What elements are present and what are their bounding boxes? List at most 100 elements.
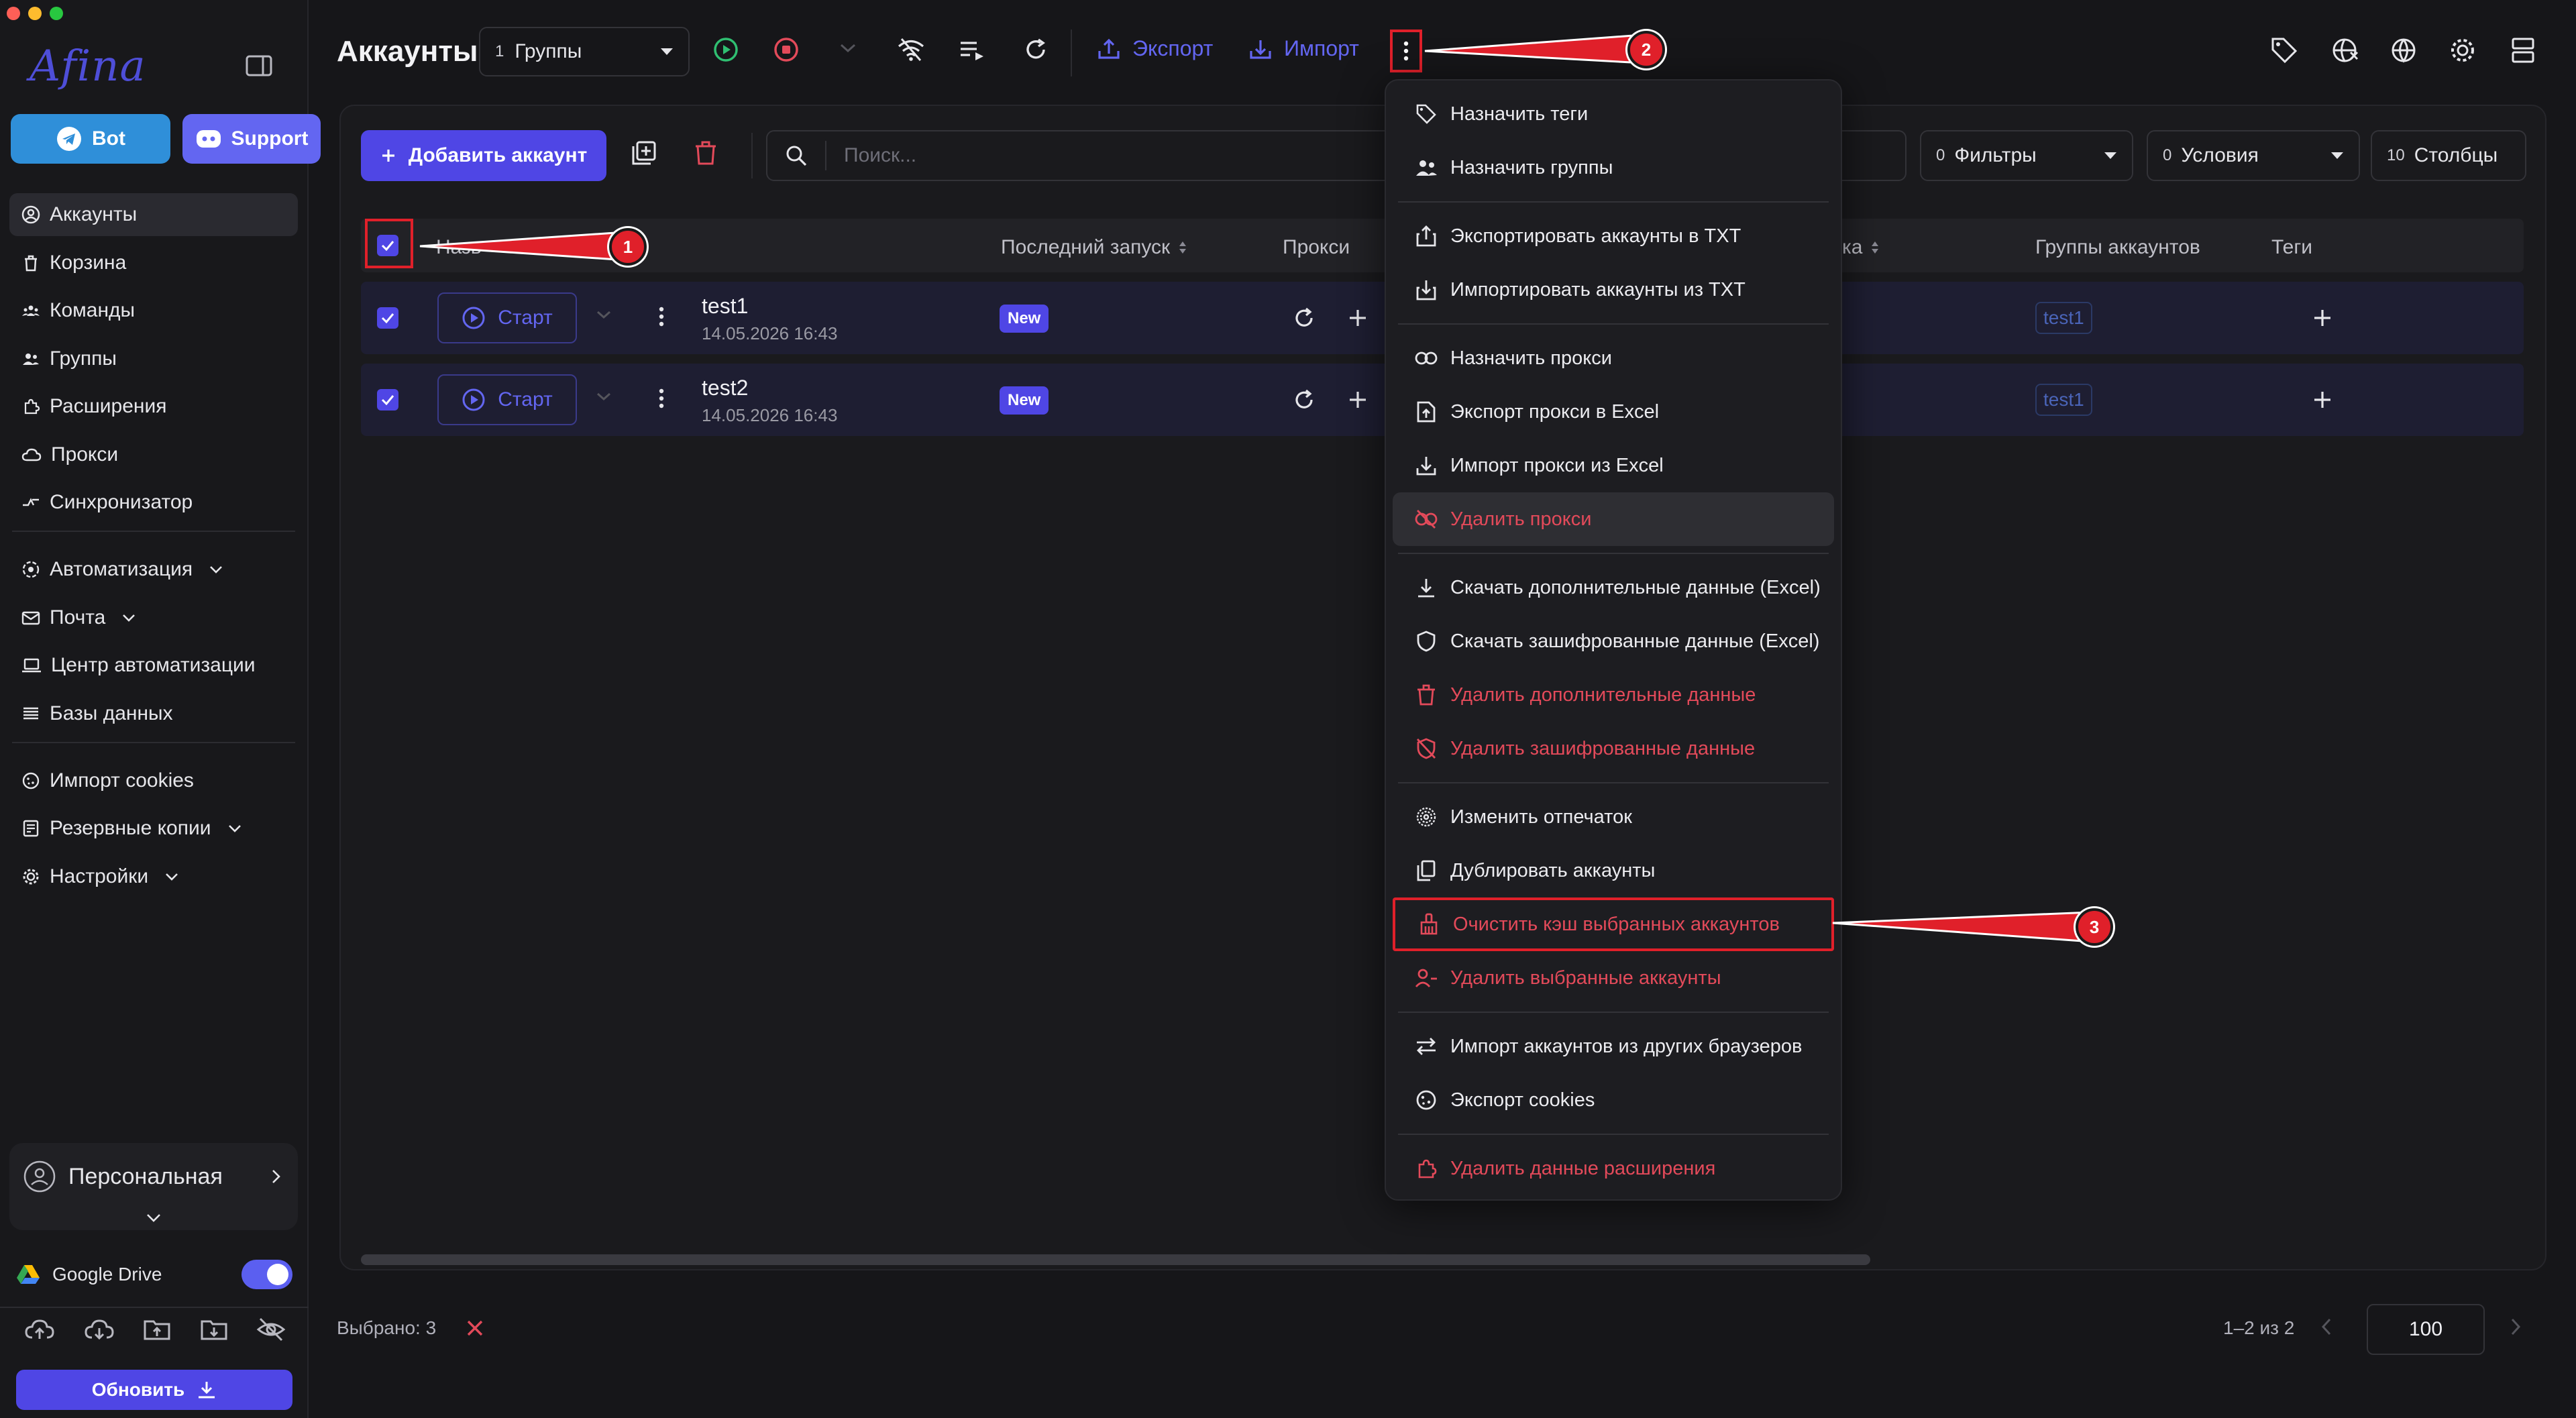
page-size-input[interactable]: 100 [2367, 1304, 2485, 1355]
more-actions-button[interactable] [1390, 30, 1422, 72]
sidebar-item-extensions[interactable]: Расширения [9, 385, 298, 428]
row-checkbox[interactable] [377, 307, 398, 329]
gear-icon[interactable] [2449, 36, 2477, 64]
menu-item-export-cookies[interactable]: Экспорт cookies [1393, 1073, 1834, 1127]
bot-button[interactable]: Bot [11, 114, 170, 164]
more-vertical-icon[interactable] [659, 388, 664, 409]
menu-item-export-txt[interactable]: Экспортировать аккаунты в TXT [1393, 209, 1834, 263]
row-checkbox[interactable] [377, 389, 398, 411]
sidebar-item-settings[interactable]: Настройки [9, 855, 298, 898]
column-partial[interactable]: ка [1842, 236, 1880, 259]
sidebar-item-automation[interactable]: Автоматизация [9, 548, 298, 591]
column-tags[interactable]: Теги [2271, 236, 2312, 259]
minimize-window-button[interactable] [28, 7, 42, 20]
sidebar-item-databases[interactable]: Базы данных [9, 692, 298, 735]
sidebar-item-trash[interactable]: Корзина [9, 241, 298, 284]
workspace-switcher[interactable]: Персональная [9, 1143, 298, 1230]
column-account-groups[interactable]: Группы аккаунтов [2035, 236, 2200, 259]
chevron-left-icon[interactable] [2321, 1317, 2332, 1336]
chevron-down-icon[interactable] [839, 43, 857, 54]
play-all-icon[interactable] [712, 36, 739, 63]
menu-item-label: Скачать дополнительные данные (Excel) [1450, 576, 1821, 598]
globe-off-icon[interactable] [2330, 36, 2359, 64]
horizontal-scrollbar[interactable] [361, 1254, 1870, 1265]
add-tag-icon[interactable] [2310, 388, 2334, 412]
support-button[interactable]: Support [182, 114, 321, 164]
menu-item-export-proxy-excel[interactable]: Экспорт прокси в Excel [1393, 385, 1834, 439]
folder-upload-icon[interactable] [143, 1316, 171, 1343]
menu-item-change-fingerprint[interactable]: Изменить отпечаток [1393, 790, 1834, 844]
sidebar-collapse-icon[interactable] [246, 55, 272, 76]
add-account-button[interactable]: Добавить аккаунт [361, 130, 606, 181]
menu-item-download-encrypted-data[interactable]: Скачать зашифрованные данные (Excel) [1393, 614, 1834, 668]
update-button[interactable]: Обновить [16, 1370, 292, 1410]
menu-item-import-txt[interactable]: Импортировать аккаунты из TXT [1393, 263, 1834, 317]
account-name[interactable]: test1 [702, 294, 748, 319]
column-proxy[interactable]: Прокси [1283, 236, 1350, 259]
menu-item-clear-cache[interactable]: Очистить кэш выбранных аккаунтов [1393, 897, 1834, 951]
sidebar-item-proxy[interactable]: Прокси [9, 433, 298, 476]
delete-icon[interactable] [694, 140, 718, 166]
stop-all-icon[interactable] [773, 36, 800, 63]
refresh-icon[interactable] [1022, 36, 1049, 63]
eye-off-icon[interactable] [256, 1316, 286, 1343]
clear-selection-icon[interactable] [466, 1319, 484, 1338]
add-multiple-icon[interactable] [631, 140, 657, 166]
menu-item-assign-groups[interactable]: Назначить группы [1393, 141, 1834, 195]
menu-item-assign-tags[interactable]: Назначить теги [1393, 87, 1834, 141]
globe-icon[interactable] [2390, 36, 2418, 64]
menu-item-assign-proxy[interactable]: Назначить прокси [1393, 331, 1834, 385]
menu-item-label: Назначить группы [1450, 156, 1613, 178]
chevron-right-icon[interactable] [2510, 1317, 2521, 1336]
export-button[interactable]: Экспорт [1097, 36, 1213, 61]
menu-item-duplicate-accounts[interactable]: Дублировать аккаунты [1393, 844, 1834, 897]
maximize-window-button[interactable] [50, 7, 63, 20]
column-name[interactable]: Назв [436, 236, 482, 259]
refresh-icon[interactable] [1292, 388, 1316, 412]
refresh-icon[interactable] [1292, 306, 1316, 330]
chevron-down-icon[interactable] [596, 392, 612, 401]
import-button[interactable]: Импорт [1249, 36, 1359, 61]
group-select[interactable]: 1 Группы [479, 27, 690, 76]
column-tags-label: Теги [2271, 236, 2313, 258]
menu-item-delete-encrypted-data[interactable]: Удалить зашифрованные данные [1393, 722, 1834, 775]
sidebar-item-automation-center[interactable]: Центр автоматизации [9, 644, 298, 687]
filters-dropdown[interactable]: 0 Фильтры [1920, 130, 2133, 181]
chevron-down-icon[interactable] [596, 310, 612, 319]
layout-icon[interactable] [2509, 36, 2537, 64]
google-drive-toggle[interactable] [241, 1260, 292, 1289]
menu-item-delete-extension-data[interactable]: Удалить данные расширения [1393, 1142, 1834, 1195]
sidebar-item-sync[interactable]: Синхронизатор [9, 481, 298, 524]
menu-item-download-extra-data[interactable]: Скачать дополнительные данные (Excel) [1393, 561, 1834, 614]
add-proxy-icon[interactable] [1346, 388, 1370, 412]
tag-icon[interactable] [2270, 36, 2298, 64]
close-window-button[interactable] [7, 7, 20, 20]
account-name[interactable]: test2 [702, 376, 748, 400]
column-last-launch[interactable]: Последний запуск [1001, 236, 1187, 259]
menu-item-delete-proxy[interactable]: Удалить прокси [1393, 492, 1834, 546]
cloud-upload-icon[interactable] [24, 1316, 55, 1343]
columns-dropdown[interactable]: 10 Столбцы [2371, 130, 2526, 181]
start-button[interactable]: Старт [437, 292, 577, 343]
add-tag-icon[interactable] [2310, 306, 2334, 330]
sidebar-item-mail[interactable]: Почта [9, 596, 298, 639]
cloud-download-icon[interactable] [84, 1316, 115, 1343]
conditions-dropdown[interactable]: 0 Условия [2147, 130, 2360, 181]
wifi-off-icon[interactable] [896, 36, 926, 63]
sidebar-item-groups[interactable]: Группы [9, 337, 298, 380]
sidebar-item-backups[interactable]: Резервные копии [9, 807, 298, 850]
menu-item-import-proxy-excel[interactable]: Импорт прокси из Excel [1393, 439, 1834, 492]
menu-item-delete-extra-data[interactable]: Удалить дополнительные данные [1393, 668, 1834, 722]
menu-item-import-from-browsers[interactable]: Импорт аккаунтов из других браузеров [1393, 1020, 1834, 1073]
sidebar-item-import-cookies[interactable]: Импорт cookies [9, 759, 298, 802]
add-proxy-icon[interactable] [1346, 306, 1370, 330]
folder-download-icon[interactable] [200, 1316, 228, 1343]
playlist-icon[interactable] [958, 36, 987, 63]
sidebar-item-teams[interactable]: Команды [9, 289, 298, 332]
menu-divider [1398, 782, 1829, 783]
start-button[interactable]: Старт [437, 374, 577, 425]
more-vertical-icon[interactable] [659, 306, 664, 327]
sidebar-item-accounts[interactable]: Аккаунты [9, 193, 298, 236]
menu-item-delete-selected-accounts[interactable]: Удалить выбранные аккаунты [1393, 951, 1834, 1005]
chevron-down-icon[interactable] [146, 1213, 162, 1223]
